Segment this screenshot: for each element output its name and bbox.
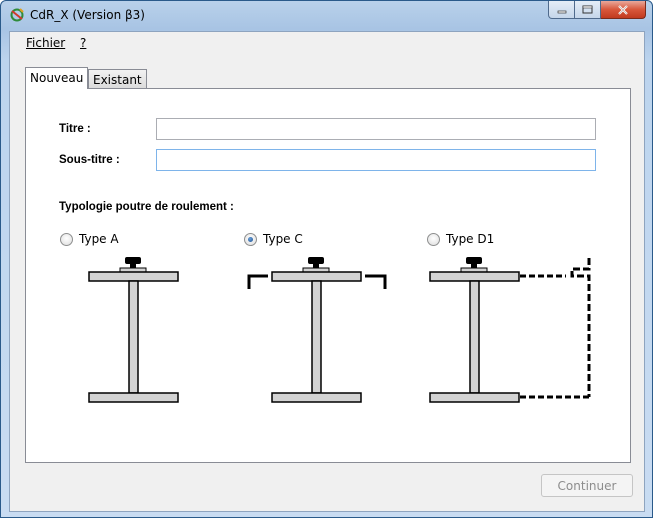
radio-type-d1-circle[interactable] [427,232,440,246]
radio-type-d1[interactable]: Type D1 [427,232,494,246]
rail-icon [119,257,147,273]
type-d1-beam-diagram[interactable] [424,255,604,410]
menu-help[interactable]: ? [80,36,86,50]
maximize-button[interactable] [575,1,601,19]
minimize-button[interactable] [548,1,575,19]
bracing-icon [520,258,591,399]
soustitre-label: Sous-titre : [59,154,120,166]
type-a-beam-diagram[interactable] [84,255,184,410]
app-icon [10,8,24,22]
menu-fichier[interactable]: Fichier [26,36,65,50]
i-beam-icon [88,271,179,403]
tab-nouveau[interactable]: Nouveau [25,67,89,89]
tab-existant-label: Existant [93,73,142,87]
titre-input[interactable] [156,118,596,140]
continuer-button[interactable]: Continuer [541,474,633,497]
window-controls [548,1,646,20]
radio-type-c[interactable]: Type C [244,232,303,246]
type-c-beam-diagram[interactable] [246,255,391,410]
i-beam-icon [271,271,362,403]
radio-type-a-circle[interactable] [60,232,73,246]
tab-existant[interactable]: Existant [88,69,147,89]
app-window: CdR_X (Version β3) Fichier ? Nouveau Exi… [0,0,653,518]
soustitre-input[interactable] [156,149,596,171]
titre-label: Titre : [59,123,91,135]
menu-fichier-label: Fichier [26,36,66,50]
radio-type-d1-label: Type D1 [446,232,495,246]
menu-bar: Fichier ? [10,32,644,54]
maximize-icon [582,5,593,14]
typologie-label: Typologie poutre de roulement : [59,201,234,213]
rail-icon [460,257,488,273]
rail-icon [302,257,330,273]
radio-type-a[interactable]: Type A [60,232,119,246]
menu-help-label: ? [80,36,87,50]
window-title: CdR_X (Version β3) [30,8,145,22]
close-button[interactable] [601,1,646,19]
client-area: Fichier ? Nouveau Existant Titre : Sous-… [9,31,645,512]
minimize-icon [557,10,566,13]
radio-type-c-label: Type C [263,232,303,246]
tab-nouveau-label: Nouveau [30,71,84,85]
tab-panel-nouveau: Titre : Sous-titre : Typologie poutre de… [25,88,631,463]
radio-type-c-circle[interactable] [244,232,257,246]
i-beam-icon [429,271,520,403]
radio-type-a-label: Type A [79,232,119,246]
title-bar[interactable]: CdR_X (Version β3) [1,1,652,29]
close-icon [618,4,628,15]
